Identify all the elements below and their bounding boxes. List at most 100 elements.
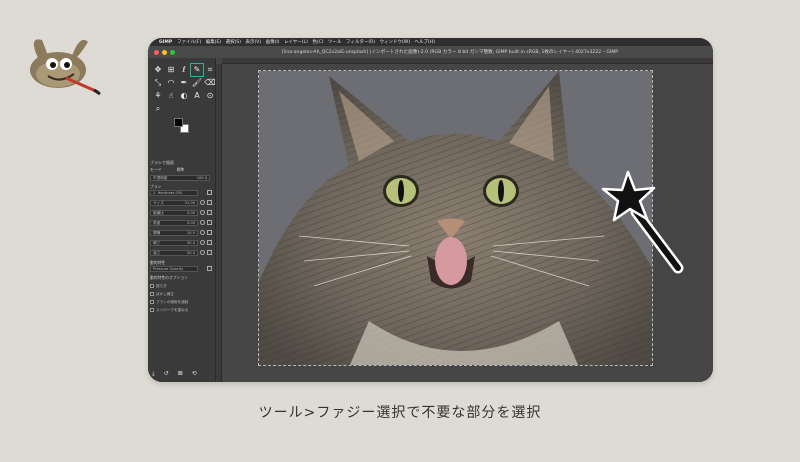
zoom-tool-icon[interactable]: ⌕ xyxy=(152,103,164,115)
smudge-tool-icon[interactable]: ☝ xyxy=(165,90,177,102)
spacing-reset-icon[interactable] xyxy=(200,230,205,235)
force-slider[interactable]: 強さ 50.0 xyxy=(150,250,198,256)
fuzzy-select-wand-icon xyxy=(601,170,684,274)
dynamics-value: Pressure Opacity xyxy=(153,267,184,271)
hard-edge-label: ブラシの適用を強制 xyxy=(156,300,189,304)
minimize-button[interactable] xyxy=(162,49,167,55)
size-reset-icon[interactable] xyxy=(200,200,205,205)
size-link-icon[interactable] xyxy=(207,200,212,205)
dynamics-options-expander[interactable]: 動的特性のオプション xyxy=(150,275,212,281)
menu-view[interactable]: 表示(V) xyxy=(246,39,262,45)
dodge-tool-icon[interactable]: ◐ xyxy=(178,90,190,102)
hardness-slider[interactable]: 硬さ 50.0 xyxy=(150,240,198,246)
gimp-wilber-icon xyxy=(30,39,101,96)
eraser-tool-icon[interactable]: ⌫ xyxy=(204,77,216,89)
mode-label: モード xyxy=(150,167,162,172)
aspect-slider[interactable]: 縦横比 0.00 xyxy=(150,210,198,216)
vertical-ruler[interactable] xyxy=(216,64,222,382)
opacity-label: 不透明度 xyxy=(153,176,168,180)
aspect-label: 縦横比 xyxy=(153,211,164,215)
brush-name: 2. Hardness 050 xyxy=(153,191,183,195)
paintbrush-tool-icon[interactable]: 🖌 xyxy=(191,77,203,89)
restore-options-icon[interactable]: ↺ xyxy=(164,370,169,378)
size-value: 51.00 xyxy=(184,201,195,205)
transform-tool-icon[interactable]: ⤡ xyxy=(152,77,164,89)
hard-edge-checkbox[interactable] xyxy=(150,300,154,304)
fg-bg-colors[interactable] xyxy=(172,116,192,136)
force-label: 強さ xyxy=(153,251,161,255)
zoom-button[interactable] xyxy=(170,49,175,55)
hardness-reset-icon[interactable] xyxy=(200,240,205,245)
size-slider[interactable]: サイズ 51.00 xyxy=(150,200,198,206)
force-value: 50.0 xyxy=(186,251,195,255)
brush-edit-icon[interactable] xyxy=(207,190,212,195)
menu-windows[interactable]: ウィンドウ(W) xyxy=(380,39,410,45)
angle-reset-icon[interactable] xyxy=(200,220,205,225)
foreground-color-swatch[interactable] xyxy=(174,118,183,127)
hardness-label: 硬さ xyxy=(153,241,161,245)
save-options-icon[interactable]: ⤓ xyxy=(152,370,155,378)
size-label: サイズ xyxy=(153,201,164,205)
force-reset-icon[interactable] xyxy=(200,250,205,255)
hardness-link-icon[interactable] xyxy=(207,240,212,245)
dynamics-selector[interactable]: Pressure Opacity xyxy=(150,266,198,272)
menu-select[interactable]: 選択(S) xyxy=(226,39,241,45)
titlebar: [lina-angelov-Ah_QC2v2alE-unsplash] (インポ… xyxy=(148,46,713,58)
menu-edit[interactable]: 編集(E) xyxy=(206,39,221,45)
menu-file[interactable]: ファイル(F) xyxy=(177,39,201,45)
text-tool-icon[interactable]: A xyxy=(191,90,203,102)
toolbox-panel: ✥ ⊞ ℓ ✎ ⌗ ⤡ ◠ ✒ 🖌 ⌫ ⚘ ☝ ◐ A ⊙ ⌕ ブラシで描画 モ… xyxy=(148,58,216,382)
smooth-checkbox[interactable] xyxy=(150,292,154,296)
window-controls xyxy=(154,49,274,55)
cat-photo xyxy=(259,71,652,365)
mode-row[interactable]: モード 標準 xyxy=(150,167,212,173)
spacing-label: 間隔 xyxy=(153,231,161,235)
move-tool-icon[interactable]: ✥ xyxy=(152,64,164,76)
image-canvas[interactable] xyxy=(258,70,653,366)
fuzzy-select-tool-icon[interactable]: ✎ xyxy=(190,63,204,77)
angle-value: 0.00 xyxy=(186,221,195,225)
hardness-value: 50.0 xyxy=(186,241,195,245)
dynamics-edit-icon[interactable] xyxy=(207,266,212,271)
caption: ツール>ファジー選択で不要な部分を選択 xyxy=(258,405,542,421)
menu-tools[interactable]: ツール xyxy=(328,39,342,45)
aspect-link-icon[interactable] xyxy=(207,210,212,215)
brush-selector[interactable]: 2. Hardness 050 xyxy=(150,190,198,196)
mode-value[interactable]: 標準 xyxy=(177,167,185,172)
jitter-checkbox[interactable] xyxy=(150,284,154,288)
paths-tool-icon[interactable]: ✒ xyxy=(178,77,190,89)
opacity-value: 100.0 xyxy=(196,176,207,180)
angle-slider[interactable]: 角度 0.00 xyxy=(150,220,198,226)
spacing-link-icon[interactable] xyxy=(207,230,212,235)
align-tool-icon[interactable]: ⊞ xyxy=(165,64,177,76)
crop-tool-icon[interactable]: ⌗ xyxy=(204,64,216,76)
close-button[interactable] xyxy=(154,49,159,55)
menu-image[interactable]: 画像(I) xyxy=(266,39,280,45)
opacity-slider[interactable]: 不透明度 100.0 xyxy=(150,175,210,181)
reset-options-icon[interactable]: ⟲ xyxy=(192,370,197,378)
menu-app[interactable]: GIMP xyxy=(159,40,172,45)
angle-link-icon[interactable] xyxy=(207,220,212,225)
free-select-tool-icon[interactable]: ℓ xyxy=(178,64,190,76)
angle-label: 角度 xyxy=(153,221,161,225)
tool-options-footer: ⤓ ↺ ⊠ ⟲ xyxy=(152,370,197,378)
tool-grid: ✥ ⊞ ℓ ✎ ⌗ ⤡ ◠ ✒ 🖌 ⌫ ⚘ ☝ ◐ A ⊙ ⌕ xyxy=(152,63,216,115)
force-link-icon[interactable] xyxy=(207,250,212,255)
menu-filters[interactable]: フィルター(R) xyxy=(346,39,375,45)
aspect-reset-icon[interactable] xyxy=(200,210,205,215)
incremental-checkbox[interactable] xyxy=(150,308,154,312)
aspect-value: 0.00 xyxy=(186,211,195,215)
warp-tool-icon[interactable]: ◠ xyxy=(165,77,177,89)
color-picker-tool-icon[interactable]: ⊙ xyxy=(204,90,216,102)
spacing-value: 10.0 xyxy=(186,231,195,235)
menu-colors[interactable]: 色(C) xyxy=(312,39,323,45)
menu-help[interactable]: ヘルプ(H) xyxy=(415,39,435,45)
jitter-label: 揺らぎ xyxy=(156,284,167,288)
menu-layer[interactable]: レイヤー(L) xyxy=(284,39,308,45)
clone-tool-icon[interactable]: ⚘ xyxy=(152,90,164,102)
horizontal-ruler[interactable] xyxy=(222,58,713,64)
delete-options-icon[interactable]: ⊠ xyxy=(178,370,183,378)
tool-options-title: ブラシで描画 xyxy=(150,160,174,165)
incremental-label: ストロークを重ねる xyxy=(156,308,189,312)
spacing-slider[interactable]: 間隔 10.0 xyxy=(150,230,198,236)
